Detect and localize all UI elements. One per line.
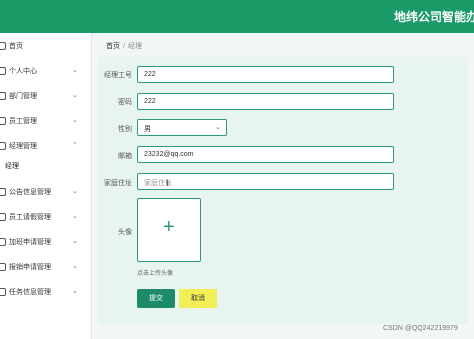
sidebar-item-label: 员工请假管理 bbox=[9, 214, 51, 221]
chevron-down-icon: ⌄ bbox=[72, 67, 78, 74]
text-cursor-icon: I bbox=[166, 178, 169, 188]
sidebar-item-tasks[interactable]: 任务信息管理 ⌄ bbox=[0, 282, 91, 306]
breadcrumb: 首页 / 经理 bbox=[106, 41, 142, 51]
chevron-down-icon: ⌄ bbox=[72, 238, 78, 245]
watermark: CSDN @QQ242219979 bbox=[383, 325, 458, 332]
home-icon bbox=[0, 42, 6, 50]
doc-icon bbox=[0, 117, 6, 125]
sidebar-item-label: 加班申请管理 bbox=[9, 239, 51, 246]
doc-icon bbox=[0, 142, 6, 150]
sidebar-item-managers[interactable]: 经理管理 ⌃ bbox=[0, 136, 91, 160]
cancel-button[interactable]: 取消 bbox=[179, 289, 217, 308]
sidebar-item-overtime[interactable]: 加班申请管理 ⌄ bbox=[0, 232, 91, 256]
sidebar-item-home[interactable]: 首页 bbox=[0, 36, 91, 60]
sidebar-item-leave[interactable]: 员工请假管理 ⌄ bbox=[0, 207, 91, 231]
submit-button[interactable]: 提交 bbox=[137, 289, 175, 308]
sidebar-subitem-manager[interactable]: 经理 bbox=[5, 161, 19, 171]
address-input[interactable]: 家庭住址 bbox=[137, 173, 394, 190]
gender-label: 性别 bbox=[118, 126, 132, 133]
sidebar-item-label: 部门管理 bbox=[9, 93, 37, 100]
chevron-down-icon: ⌄ bbox=[72, 263, 78, 270]
avatar-label: 头像 bbox=[118, 229, 132, 236]
sidebar-item-label: 员工管理 bbox=[9, 118, 37, 125]
email-input[interactable]: 23232@qq.com bbox=[137, 146, 394, 163]
sidebar-item-label: 公告信息管理 bbox=[9, 189, 51, 196]
email-label: 邮箱 bbox=[118, 153, 132, 160]
address-label: 家庭住址 bbox=[104, 180, 132, 187]
top-header-bar: 地纬公司智能办公 bbox=[0, 0, 474, 33]
user-icon bbox=[0, 67, 6, 75]
sidebar: 首页 个人中心 ⌄ 部门管理 ⌄ 员工管理 ⌄ 经理管理 ⌃ 经理 公告信息管理… bbox=[0, 33, 92, 339]
sidebar-item-label: 报销申请管理 bbox=[9, 264, 51, 271]
sidebar-item-departments[interactable]: 部门管理 ⌄ bbox=[0, 86, 91, 110]
password-input[interactable]: 222 bbox=[137, 93, 394, 110]
bell-icon bbox=[0, 188, 6, 196]
sidebar-item-label: 经理管理 bbox=[9, 143, 37, 150]
manager-id-label: 经理工号 bbox=[104, 72, 132, 79]
chevron-down-icon: ⌄ bbox=[72, 92, 78, 99]
manager-id-input[interactable]: 222 bbox=[137, 66, 394, 83]
breadcrumb-current: 经理 bbox=[127, 43, 142, 50]
breadcrumb-separator: / bbox=[123, 43, 125, 50]
chevron-down-icon: ⌄ bbox=[72, 117, 78, 124]
sidebar-item-employees[interactable]: 员工管理 ⌄ bbox=[0, 111, 91, 135]
breadcrumb-home[interactable]: 首页 bbox=[106, 43, 120, 50]
plus-icon: + bbox=[163, 216, 175, 238]
chevron-down-icon: ⌄ bbox=[72, 213, 78, 220]
chevron-down-icon: ⌄ bbox=[215, 124, 221, 131]
avatar-upload[interactable]: + bbox=[137, 198, 201, 262]
chevron-down-icon: ⌄ bbox=[72, 288, 78, 295]
calendar-icon bbox=[0, 213, 6, 221]
password-label: 密码 bbox=[118, 99, 132, 106]
clock-icon bbox=[0, 238, 6, 246]
gender-selected-value: 男 bbox=[144, 126, 151, 133]
gender-select[interactable]: 男 ⌄ bbox=[137, 119, 227, 136]
wallet-icon bbox=[0, 263, 6, 271]
grid-icon bbox=[0, 92, 6, 100]
sidebar-item-announcements[interactable]: 公告信息管理 ⌄ bbox=[0, 182, 91, 206]
sidebar-item-label: 任务信息管理 bbox=[9, 289, 51, 296]
chevron-down-icon: ⌄ bbox=[72, 188, 78, 195]
chevron-up-icon: ⌃ bbox=[72, 142, 78, 149]
sidebar-item-label: 首页 bbox=[9, 43, 23, 50]
sidebar-item-profile[interactable]: 个人中心 ⌄ bbox=[0, 61, 91, 85]
app-title: 地纬公司智能办公 bbox=[394, 10, 474, 24]
sidebar-item-reimbursement[interactable]: 报销申请管理 ⌄ bbox=[0, 257, 91, 281]
task-icon bbox=[0, 288, 6, 296]
sidebar-item-label: 个人中心 bbox=[9, 68, 37, 75]
avatar-upload-hint: 点击上传头像 bbox=[137, 271, 174, 277]
